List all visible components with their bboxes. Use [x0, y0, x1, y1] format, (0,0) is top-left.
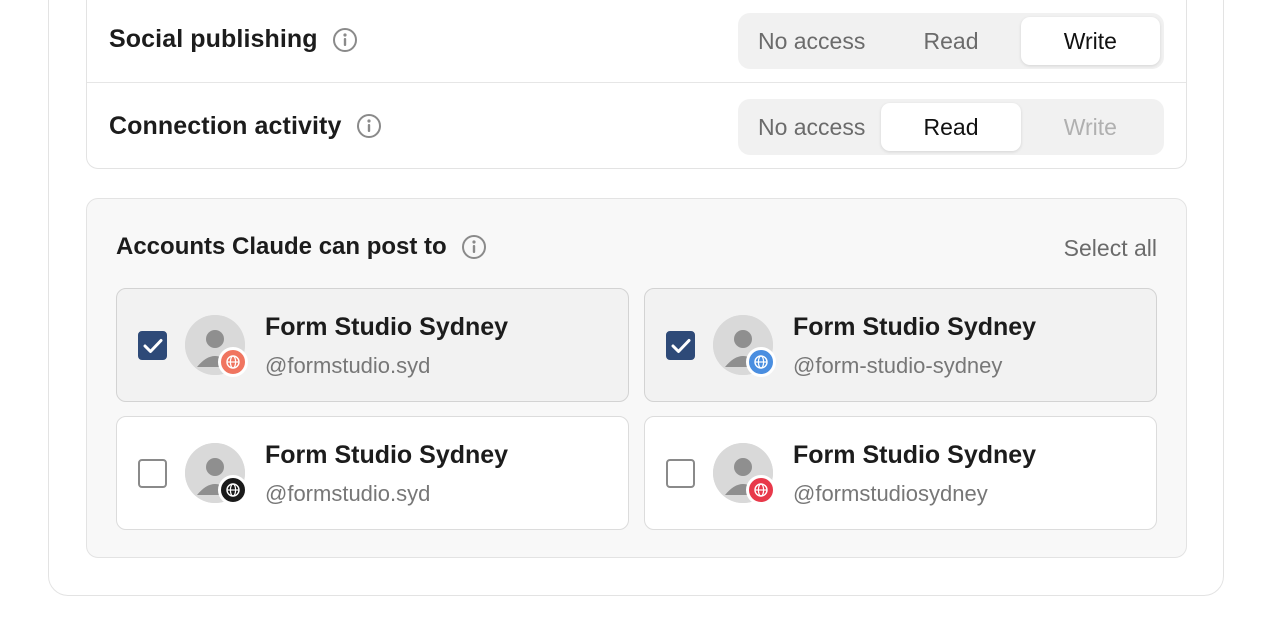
segment-no-access[interactable]: No access	[742, 17, 881, 65]
account-checkbox[interactable]	[138, 459, 167, 488]
info-icon[interactable]	[332, 27, 358, 53]
account-card[interactable]: Form Studio Sydney @formstudio.syd	[116, 288, 629, 402]
account-card[interactable]: Form Studio Sydney @formstudiosydney	[644, 416, 1157, 530]
globe-icon	[746, 347, 776, 377]
segment-write[interactable]: Write	[1020, 17, 1160, 65]
segment-read[interactable]: Read	[881, 17, 1020, 65]
account-handle: @formstudiosydney	[793, 481, 988, 506]
globe-icon	[218, 347, 248, 377]
permission-label: Social publishing	[109, 25, 318, 53]
account-handle: @form-studio-sydney	[793, 353, 1003, 378]
account-checkbox[interactable]	[666, 459, 695, 488]
account-handle: @formstudio.syd	[265, 481, 431, 506]
segment-no-access[interactable]: No access	[742, 103, 881, 151]
segment-write: Write	[1063, 113, 1117, 140]
permissions-table: Social publishing No access Read Write C…	[86, 0, 1187, 169]
info-icon[interactable]	[356, 113, 382, 139]
permission-row-social-publishing: Social publishing No access Read Write	[87, 0, 1186, 83]
select-all-button[interactable]: Select all	[1064, 235, 1157, 262]
access-segmented-control: No access Read Write	[738, 13, 1164, 69]
account-handle: @formstudio.syd	[265, 353, 431, 378]
access-segmented-control: No access Read Write	[738, 99, 1164, 155]
permission-row-connection-activity: Connection activity No access Read Write	[87, 83, 1186, 169]
info-icon[interactable]	[461, 234, 487, 260]
account-checkbox[interactable]	[666, 331, 695, 360]
accounts-panel: Accounts Claude can post to Select all F…	[86, 198, 1187, 558]
accounts-header: Accounts Claude can post to	[116, 233, 487, 261]
account-name: Form Studio Sydney	[793, 441, 1037, 469]
account-card[interactable]: Form Studio Sydney @form-studio-sydney	[644, 288, 1157, 402]
globe-icon	[218, 475, 248, 505]
account-checkbox[interactable]	[138, 331, 167, 360]
account-name: Form Studio Sydney	[265, 313, 509, 341]
segment-read[interactable]: Read	[881, 103, 1021, 151]
account-name: Form Studio Sydney	[265, 441, 509, 469]
accounts-title: Accounts Claude can post to	[116, 233, 447, 260]
permission-label: Connection activity	[109, 111, 342, 140]
globe-icon	[746, 475, 776, 505]
account-name: Form Studio Sydney	[793, 313, 1037, 341]
account-card[interactable]: Form Studio Sydney @formstudio.syd	[116, 416, 629, 530]
